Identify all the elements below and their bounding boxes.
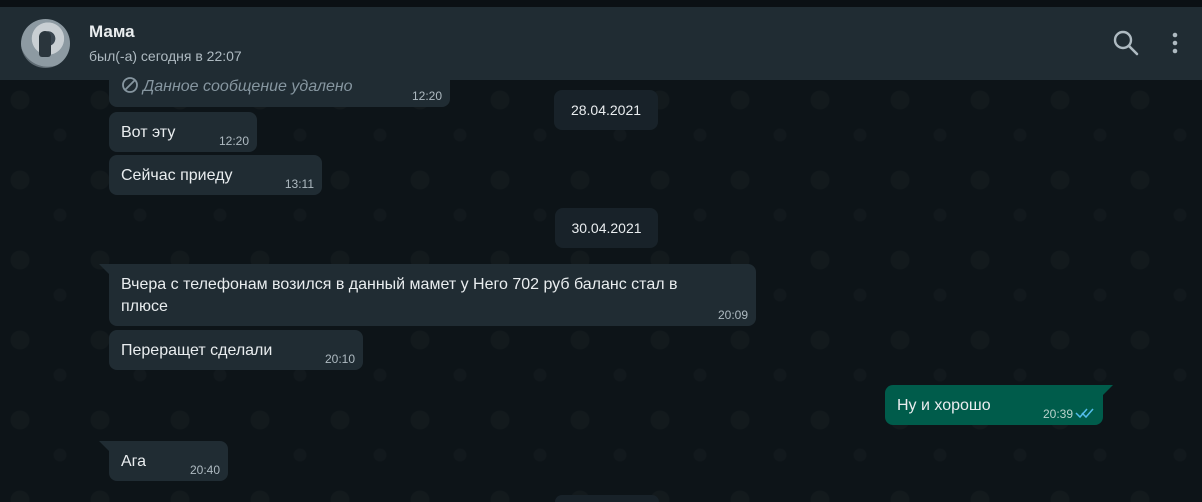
bubble-tail — [1103, 385, 1113, 395]
message-time: 12:20 — [411, 89, 442, 103]
message-text: Вчера с телефонам возился в данный мамет… — [121, 274, 678, 318]
message-time: 20:40 — [189, 463, 220, 477]
search-icon[interactable] — [1111, 28, 1141, 58]
contact-name[interactable]: Мама — [89, 22, 135, 42]
message-text-line: Вчера с телефонам возился в данный мамет… — [121, 276, 678, 293]
message-time: 13:11 — [284, 177, 314, 191]
message-time: 20:39 — [1042, 407, 1073, 421]
deleted-icon — [122, 77, 138, 93]
message-text: Переращет сделали — [121, 342, 273, 359]
bubble-tail — [99, 441, 109, 451]
message-text: Ну и хорошо — [897, 397, 991, 414]
date-divider: 30.04.2021 — [555, 208, 658, 248]
message-incoming[interactable]: Вчера с телефонам возился в данный мамет… — [109, 264, 756, 326]
bubble-tail — [99, 264, 109, 274]
contact-last-seen: был(-а) сегодня в 22:07 — [89, 48, 242, 64]
deleted-message-row: Данное сообщение удалено — [121, 76, 353, 98]
message-text: Сейчас приеду — [121, 167, 233, 184]
window-top-strip — [0, 0, 1202, 7]
deleted-message-text: Данное сообщение удалено — [143, 78, 353, 95]
avatar[interactable] — [21, 19, 70, 68]
message-text: Вот эту — [121, 124, 176, 141]
chat-header: Мама был(-а) сегодня в 22:07 — [0, 7, 1202, 80]
message-time: 20:10 — [324, 352, 355, 366]
message-outgoing[interactable]: Ну и хорошо 20:39 — [885, 385, 1103, 425]
message-incoming[interactable]: Сейчас приеду 13:11 — [109, 155, 322, 195]
message-text-line: плюсе — [121, 298, 168, 315]
message-deleted[interactable]: Данное сообщение удалено 12:20 — [109, 77, 450, 107]
message-incoming[interactable]: Ага 20:40 — [109, 441, 228, 481]
avatar-figure — [39, 31, 51, 57]
message-text: Ага — [121, 453, 147, 470]
message-time: 12:20 — [218, 134, 249, 148]
date-divider-partial — [555, 495, 659, 502]
message-time: 20:09 — [717, 308, 748, 322]
more-vertical-icon[interactable] — [1160, 28, 1190, 58]
double-check-icon — [1075, 408, 1094, 419]
message-incoming[interactable]: Вот эту 12:20 — [109, 112, 257, 152]
date-divider: 28.04.2021 — [554, 90, 658, 130]
message-incoming[interactable]: Переращет сделали 20:10 — [109, 330, 363, 370]
